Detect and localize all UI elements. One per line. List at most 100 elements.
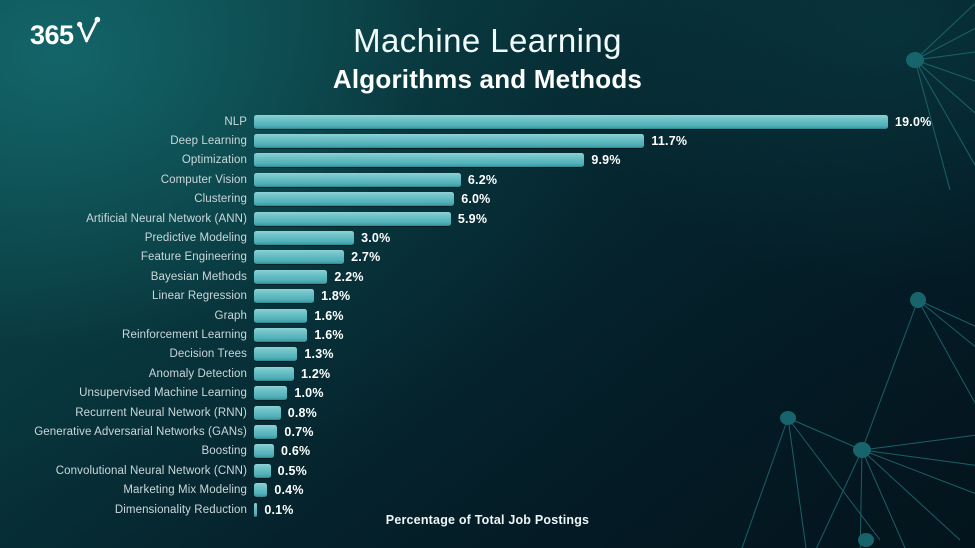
bar-value-label: 3.0% (361, 231, 391, 246)
bar-value-label: 6.0% (461, 192, 491, 207)
x-axis-label: Percentage of Total Job Postings (385, 513, 590, 527)
bar-value-label: 0.8% (287, 405, 317, 420)
bar (254, 134, 645, 149)
bar-value-label: 0.6% (281, 444, 311, 459)
bar-value-label: 9.9% (591, 153, 621, 168)
bar-track: 0.6% (254, 442, 975, 461)
bar (254, 289, 315, 304)
category-label: Optimization (181, 154, 247, 167)
bar (254, 424, 278, 439)
bar-value-label: 6.2% (467, 172, 498, 187)
category-label: Artificial Neural Network (ANN) (86, 212, 247, 225)
network-node (858, 533, 874, 547)
bar-row: NLP 19.0% (0, 112, 975, 131)
bar-track: 3.0% (254, 228, 975, 247)
category-label: Clustering (194, 193, 247, 206)
bar-value-label: 0.5% (277, 463, 307, 478)
bar (254, 114, 888, 129)
bar-row: Boosting 0.6% (0, 442, 975, 461)
bar (254, 211, 451, 226)
bar (254, 153, 585, 168)
bar-track: 5.9% (254, 209, 975, 228)
bar (254, 405, 281, 420)
bar (254, 269, 328, 284)
category-label: Unsupervised Machine Learning (79, 387, 247, 400)
category-label: Linear Regression (151, 290, 247, 303)
bar-row: Unsupervised Machine Learning 1.0% (0, 383, 975, 402)
category-label: Anomaly Detection (148, 367, 247, 380)
bar-track: 0.5% (254, 461, 975, 480)
category-label: Bayesian Methods (150, 270, 247, 283)
bar-row: Clustering 6.0% (0, 190, 975, 209)
page-title: Machine Learning (353, 22, 622, 59)
bar (254, 327, 308, 342)
page-subtitle: Algorithms and Methods (332, 64, 643, 95)
bar (254, 231, 355, 246)
bar-row: Decision Trees 1.3% (0, 345, 975, 364)
bar-row: Bayesian Methods 2.2% (0, 267, 975, 286)
category-label: Recurrent Neural Network (RNN) (75, 406, 247, 419)
bar-value-label: 1.2% (301, 366, 331, 381)
bar (254, 172, 461, 187)
bar-row: Marketing Mix Modeling 0.4% (0, 480, 975, 499)
bar-value-label: 5.9% (457, 211, 488, 226)
bar-value-label: 1.0% (294, 386, 324, 401)
slide-canvas: 365 Machine Learning Algorithms and Meth… (0, 0, 975, 548)
title-block: Machine Learning Algorithms and Methods (0, 20, 975, 97)
bar (254, 347, 298, 362)
bar-row: Anomaly Detection 1.2% (0, 364, 975, 383)
category-label: Reinforcement Learning (122, 328, 247, 341)
bar (254, 308, 308, 323)
bar (254, 463, 271, 478)
bar-track: 1.0% (254, 383, 975, 402)
bar-row: Optimization 9.9% (0, 151, 975, 170)
bar-value-label: 11.7% (651, 134, 688, 149)
bar (254, 444, 275, 459)
bar-row: Graph 1.6% (0, 306, 975, 325)
bar-track: 0.4% (254, 480, 975, 499)
horizontal-bar-chart: NLP 19.0% Deep Learning 11.7% Optimization 9.… (0, 112, 975, 519)
category-label: Feature Engineering (140, 251, 247, 264)
bar-row: Recurrent Neural Network (RNN) 0.8% (0, 403, 975, 422)
bar-track: 0.7% (254, 422, 975, 441)
bar-row: Computer Vision 6.2% (0, 170, 975, 189)
bar-row: Linear Regression 1.8% (0, 287, 975, 306)
category-label: Computer Vision (160, 173, 247, 186)
bar (254, 250, 345, 265)
category-label: Marketing Mix Modeling (123, 484, 247, 497)
bar-track: 2.7% (254, 248, 975, 267)
bar-track: 9.9% (254, 151, 975, 170)
bar (254, 483, 268, 498)
bar-row: Feature Engineering 2.7% (0, 248, 975, 267)
bar-value-label: 1.3% (304, 347, 334, 362)
bar-track: 1.6% (254, 325, 975, 344)
category-label: Deep Learning (170, 135, 247, 148)
bar-track: 11.7% (254, 131, 975, 150)
bar-row: Reinforcement Learning 1.6% (0, 325, 975, 344)
bar-row: Deep Learning 11.7% (0, 131, 975, 150)
bar-row: Artificial Neural Network (ANN) 5.9% (0, 209, 975, 228)
bar-track: 0.8% (254, 403, 975, 422)
bar-track: 6.2% (254, 170, 975, 189)
category-label: Boosting (201, 445, 247, 458)
category-label: Convolutional Neural Network (CNN) (55, 464, 247, 477)
bar (254, 192, 455, 207)
bar (254, 366, 295, 381)
bar-row: Predictive Modeling 3.0% (0, 228, 975, 247)
bar-row: Convolutional Neural Network (CNN) 0.5% (0, 461, 975, 480)
bar-track: 1.8% (254, 287, 975, 306)
bar-value-label: 0.4% (274, 483, 304, 498)
bar-track: 1.6% (254, 306, 975, 325)
category-label: Graph (214, 309, 247, 322)
bar-value-label: 2.7% (351, 250, 381, 265)
bar-value-label: 2.2% (334, 269, 364, 284)
bar-row: Generative Adversarial Networks (GANs) 0.… (0, 422, 975, 441)
bar (254, 386, 288, 401)
bar-value-label: 1.8% (321, 289, 351, 304)
bar-track: 1.3% (254, 345, 975, 364)
bar-track: 19.0% (254, 112, 975, 131)
bar-track: 2.2% (254, 267, 975, 286)
bar-track: 1.2% (254, 364, 975, 383)
bar-value-label: 19.0% (895, 114, 932, 129)
bar-track: 6.0% (254, 190, 975, 209)
